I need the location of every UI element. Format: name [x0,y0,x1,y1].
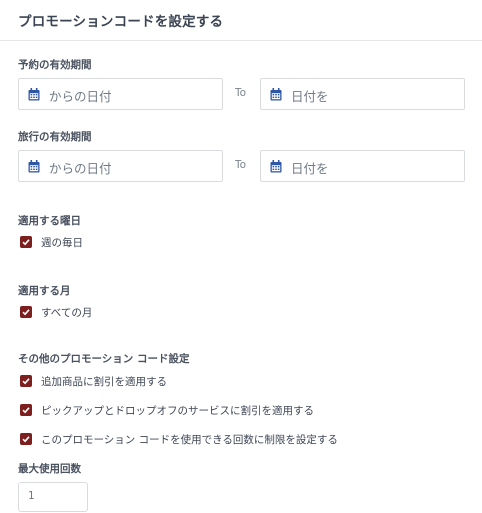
checkmark-icon [22,378,30,385]
date-placeholder: 日付を [291,161,329,176]
checkbox-label: 週の毎日 [41,237,83,249]
page-title: プロモーションコードを設定する [18,14,224,30]
checkbox[interactable] [20,433,32,445]
checkbox[interactable] [20,375,32,387]
weekdays-label: 適用する曜日 [18,215,81,227]
date-placeholder: 日付を [291,89,329,104]
max-uses-label: 最大使用回数 [18,463,81,475]
page-header: プロモーションコードを設定する [0,0,482,41]
checkbox[interactable] [20,306,32,318]
calendar-icon [28,160,40,173]
checkmark-icon [22,239,30,246]
to-label: To [235,159,247,171]
checkmark-icon [22,309,30,316]
date-placeholder: からの日付 [49,89,112,104]
booking-period-label: 予約の有効期間 [18,59,92,71]
checkbox-label: このプロモーション コードを使用できる回数に制限を設定する [41,434,338,446]
calendar-icon [270,160,282,173]
months-label: 適用する月 [18,285,71,297]
checkmark-icon [22,436,30,443]
calendar-icon [270,88,282,101]
booking-from-date-input[interactable]: からの日付 [18,78,223,110]
other-settings-label: その他のプロモーション コード設定 [18,353,190,365]
checkbox-label: ピックアップとドロップオフのサービスに割引を適用する [41,405,314,417]
max-uses-value: 1 [28,490,35,502]
checkmark-icon [22,407,30,414]
checkbox-label: 追加商品に割引を適用する [41,376,167,388]
travel-to-date-input[interactable]: 日付を [260,150,465,182]
date-placeholder: からの日付 [49,161,112,176]
checkbox[interactable] [20,404,32,416]
checkbox-label: すべての月 [41,307,93,319]
travel-period-label: 旅行の有効期間 [18,131,92,143]
travel-from-date-input[interactable]: からの日付 [18,150,223,182]
calendar-icon [28,88,40,101]
booking-to-date-input[interactable]: 日付を [260,78,465,110]
checkbox[interactable] [20,236,32,248]
to-label: To [235,87,247,99]
max-uses-input[interactable]: 1 [18,482,88,512]
